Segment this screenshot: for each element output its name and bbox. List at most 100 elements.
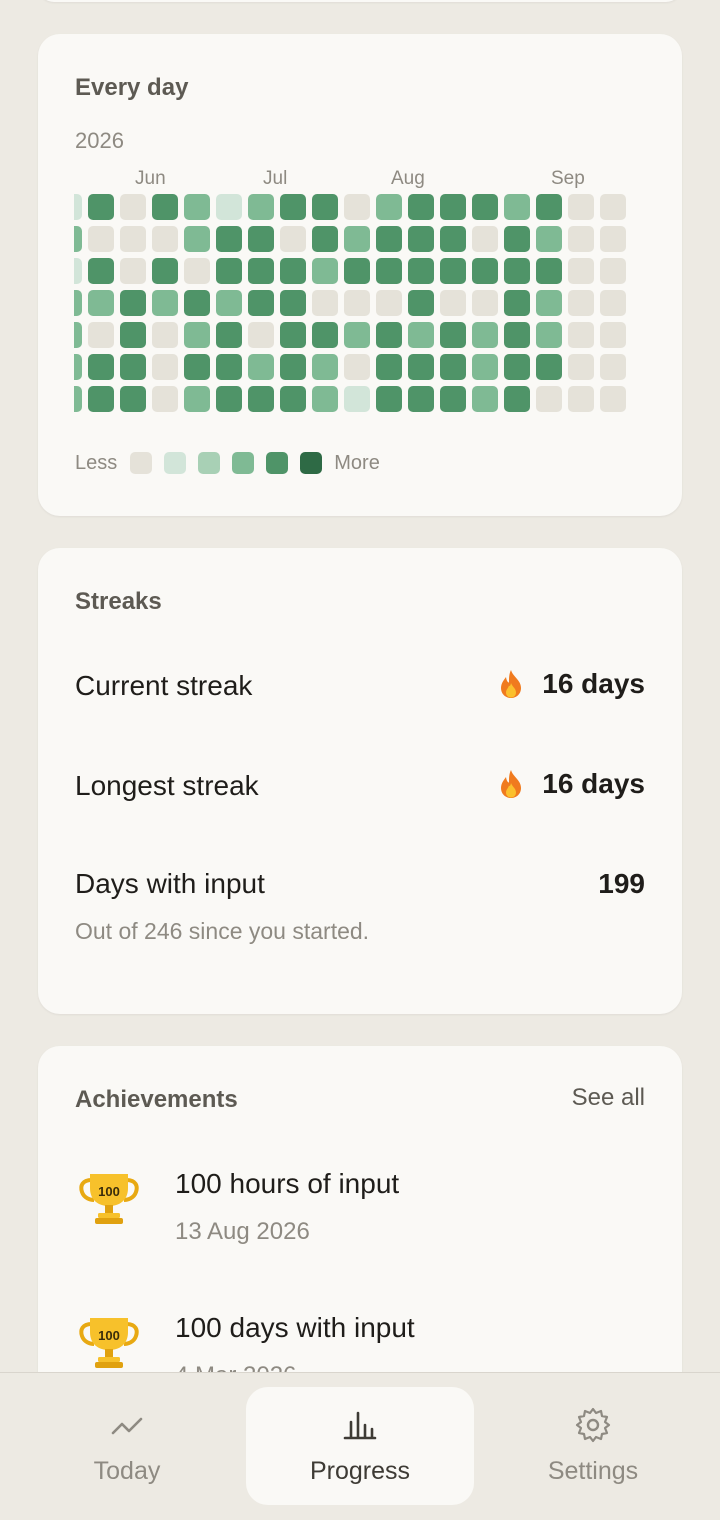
heatmap-cell (600, 322, 626, 348)
heatmap-legend: Less More (75, 451, 380, 475)
heatmap-cell (248, 354, 274, 380)
heatmap-cell (600, 354, 626, 380)
heatmap-cell (408, 258, 434, 284)
activity-heatmap (74, 194, 644, 414)
heatmap-cell (472, 322, 498, 348)
heatmap-cell (536, 194, 562, 220)
heatmap-cell (74, 226, 82, 252)
heatmap-cell (312, 258, 338, 284)
bottom-tab-bar: Today Progress Settings (0, 1372, 720, 1520)
achievement-title: 100 hours of input (175, 1168, 400, 1199)
year-label: 2026 (75, 128, 124, 153)
heatmap-cell (376, 322, 402, 348)
heatmap-cell (536, 386, 562, 412)
days-with-input-value: 199 (598, 868, 645, 899)
heatmap-cell (440, 226, 466, 252)
heatmap-cell (440, 194, 466, 220)
heatmap-cell (536, 354, 562, 380)
legend-swatch-5 (300, 452, 323, 474)
heatmap-cell (184, 386, 210, 412)
heatmap-cell (504, 258, 530, 284)
tab-settings-label: Settings (547, 1457, 639, 1485)
heatmap-cell (248, 194, 274, 220)
heatmap-cell (88, 226, 114, 252)
trophy-icon: 100 (78, 1316, 140, 1372)
heatmap-cell (184, 290, 210, 316)
heatmap-cell (88, 194, 114, 220)
heatmap-cell (312, 226, 338, 252)
heatmap-cell (74, 386, 82, 412)
heatmap-cell (472, 290, 498, 316)
heatmap-cell (280, 354, 306, 380)
legend-swatch-2 (198, 452, 221, 474)
heatmap-cell (472, 386, 498, 412)
heatmap-cell (280, 226, 306, 252)
heatmap-cell (568, 258, 594, 284)
tab-settings[interactable]: Settings (479, 1387, 707, 1505)
heatmap-cell (120, 258, 146, 284)
heatmap-cell (152, 226, 178, 252)
heatmap-cell (344, 322, 370, 348)
see-all-link[interactable]: See all (572, 1084, 645, 1112)
heatmap-cell (536, 290, 562, 316)
heatmap-cell (280, 194, 306, 220)
heatmap-cell (152, 322, 178, 348)
legend-less-label: Less (75, 451, 118, 474)
heatmap-cell (440, 258, 466, 284)
heatmap-cell (120, 354, 146, 380)
heatmap-cell (312, 386, 338, 412)
flame-icon (498, 769, 524, 799)
tab-progress-label: Progress (309, 1457, 411, 1485)
heatmap-cell (88, 354, 114, 380)
legend-swatch-0 (130, 452, 153, 474)
heatmap-cell (376, 290, 402, 316)
heatmap-cell (600, 226, 626, 252)
previous-card (38, 0, 682, 2)
month-label-sep: Sep (551, 168, 585, 189)
heatmap-cell (216, 354, 242, 380)
days-with-input-subtext: Out of 246 since you started. (75, 918, 370, 944)
heatmap-cell (408, 386, 434, 412)
heatmap-cell (216, 226, 242, 252)
heatmap-cell (280, 322, 306, 348)
svg-text:100: 100 (98, 1184, 120, 1199)
heatmap-cell (504, 354, 530, 380)
heatmap-cell (88, 290, 114, 316)
heatmap-cell (472, 354, 498, 380)
trend-icon (107, 1405, 147, 1445)
heatmap-cell (184, 322, 210, 348)
achievement-date: 13 Aug 2026 (175, 1218, 310, 1245)
heatmap-cell (312, 290, 338, 316)
heatmap-cell (344, 290, 370, 316)
heatmap-cell (216, 386, 242, 412)
every-day-card: Every day 2026 Jun Jul Aug Sep Less More (38, 34, 682, 516)
legend-swatch-3 (232, 452, 255, 474)
heatmap-cell (504, 322, 530, 348)
heatmap-cell (440, 354, 466, 380)
longest-streak-value: 16 days (498, 768, 645, 800)
heatmap-cell (248, 322, 274, 348)
heatmap-title: Every day (75, 74, 189, 101)
current-streak-text: 16 days (542, 668, 645, 699)
heatmap-cell (472, 226, 498, 252)
heatmap-cell (74, 354, 82, 380)
tab-progress[interactable]: Progress (246, 1387, 474, 1505)
heatmap-cell (344, 258, 370, 284)
heatmap-cell (344, 386, 370, 412)
heatmap-cell (152, 290, 178, 316)
heatmap-cell (152, 194, 178, 220)
tab-today[interactable]: Today (13, 1387, 241, 1505)
heatmap-cell (280, 290, 306, 316)
heatmap-cell (344, 354, 370, 380)
heatmap-cell (440, 322, 466, 348)
heatmap-cell (312, 354, 338, 380)
heatmap-cell (248, 386, 274, 412)
heatmap-cell (216, 290, 242, 316)
heatmap-cell (536, 322, 562, 348)
legend-more-label: More (334, 451, 380, 474)
heatmap-cell (184, 194, 210, 220)
longest-streak-label: Longest streak (75, 770, 259, 801)
heatmap-cell (248, 258, 274, 284)
heatmap-cell (504, 290, 530, 316)
heatmap-cell (184, 226, 210, 252)
